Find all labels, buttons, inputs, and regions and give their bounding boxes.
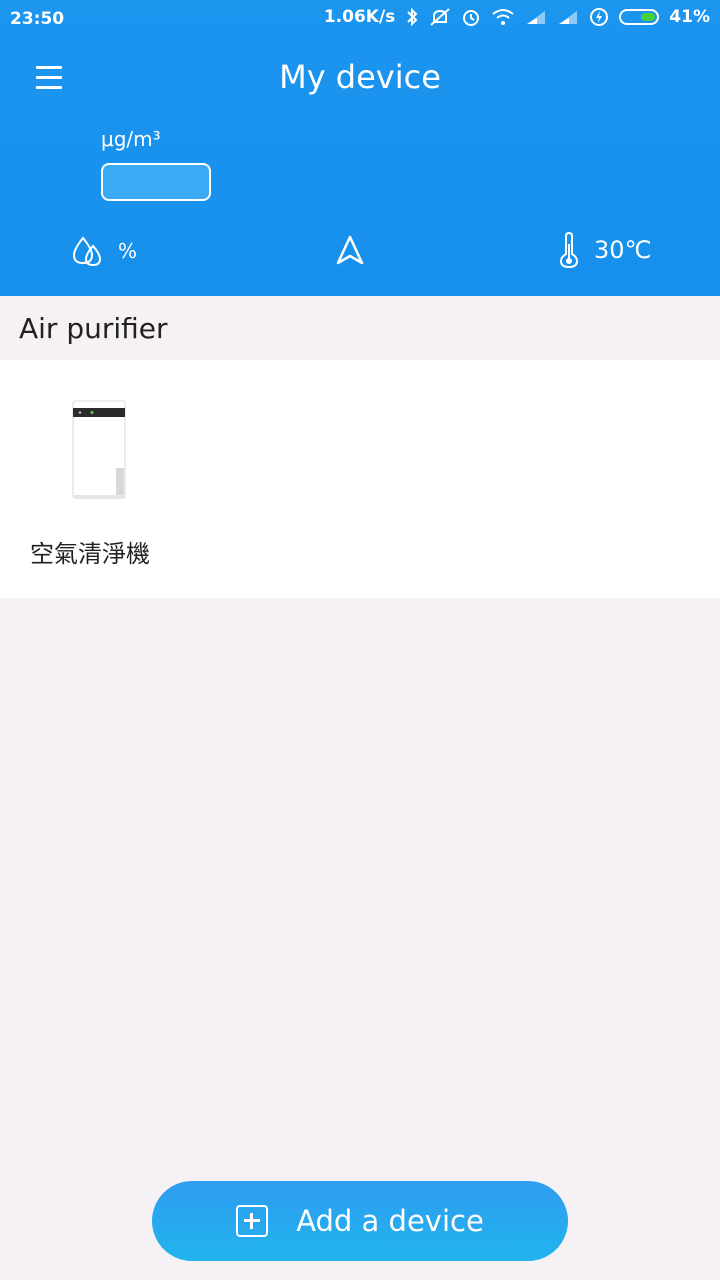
signal-icon bbox=[527, 11, 546, 24]
status-bar: 23:50 1.06K/s 41% bbox=[0, 0, 720, 38]
header: 23:50 1.06K/s 41% My device μg/m³ % 30℃ bbox=[0, 0, 720, 296]
plus-icon bbox=[236, 1205, 269, 1237]
device-name: 空氣清淨機 bbox=[30, 540, 150, 568]
humidity-icon bbox=[72, 236, 102, 267]
device-card[interactable]: 空氣清淨機 bbox=[20, 384, 180, 574]
section-title: Air purifier bbox=[19, 312, 168, 345]
thermometer-icon bbox=[559, 232, 579, 268]
battery-icon bbox=[619, 9, 660, 25]
status-icons: 1.06K/s 41% bbox=[324, 7, 710, 27]
section-header: Air purifier bbox=[0, 296, 720, 360]
temperature-readout: 30℃ bbox=[558, 232, 652, 268]
bluetooth-icon bbox=[407, 7, 418, 27]
device-list: 空氣清淨機 bbox=[0, 360, 720, 598]
status-time: 23:50 bbox=[10, 9, 65, 29]
page-title: My device bbox=[279, 58, 441, 96]
wifi-icon bbox=[492, 9, 514, 25]
network-speed: 1.06K/s bbox=[323, 7, 396, 27]
humidity-readout: % bbox=[72, 234, 137, 268]
alarm-icon bbox=[463, 10, 480, 26]
navigation-arrow-icon bbox=[336, 235, 364, 265]
temperature-value: 30℃ bbox=[594, 236, 652, 264]
air-purifier-image bbox=[72, 400, 126, 499]
pm-value-box bbox=[101, 163, 211, 201]
add-device-label: Add a device bbox=[296, 1204, 484, 1238]
battery-percent: 41% bbox=[669, 7, 710, 27]
charging-icon bbox=[590, 8, 609, 26]
add-device-button[interactable]: Add a device bbox=[152, 1181, 568, 1261]
signal-icon bbox=[559, 11, 578, 24]
humidity-unit: % bbox=[118, 239, 138, 263]
pm-unit-label: μg/m³ bbox=[101, 127, 161, 151]
mute-icon bbox=[430, 8, 450, 26]
